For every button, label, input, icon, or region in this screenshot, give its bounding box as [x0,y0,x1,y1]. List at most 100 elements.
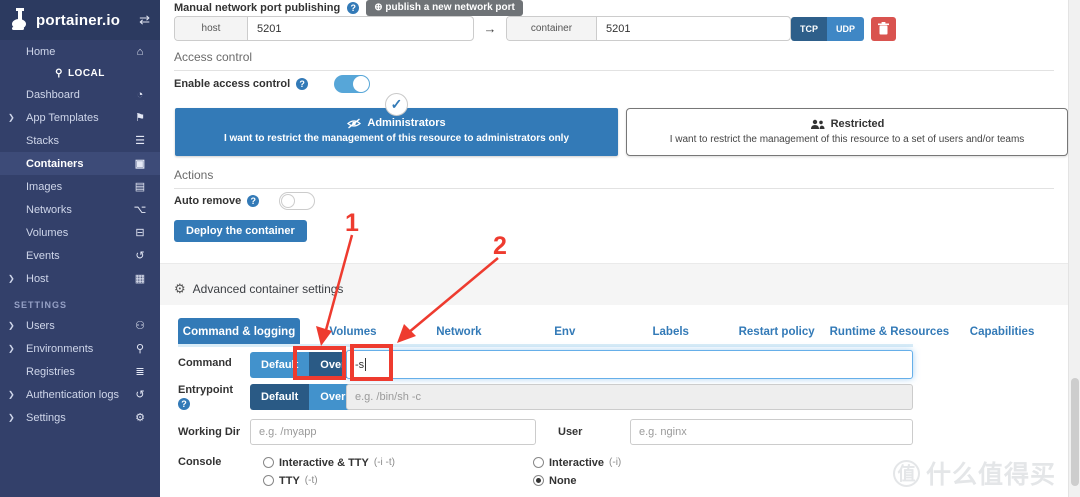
entrypoint-input[interactable] [346,384,913,410]
access-control-toggle[interactable] [334,75,370,93]
user-input[interactable] [630,419,913,445]
sidebar-item-home[interactable]: Home⌂ [0,40,160,63]
gear-icon: ⚙ [174,281,186,297]
console-option-none[interactable]: None [533,472,621,489]
tab-network[interactable]: Network [406,318,512,345]
help-icon[interactable]: ? [296,78,308,90]
tab-command-logging[interactable]: Command & logging [178,318,300,345]
sidebar-item-networks[interactable]: Networks⌥ [0,198,160,221]
grid-icon: ▦ [132,272,148,285]
trash-icon [878,22,889,35]
network-icon: ⌥ [132,203,148,216]
port-publishing-section: Manual network port publishing ? ⊕ publi… [174,0,523,15]
console-options: Interactive & TTY(-i -t)TTY(-t)Interacti… [263,454,621,489]
sidebar-item-host[interactable]: ❯Host▦ [0,267,160,290]
radio-icon [263,475,274,486]
plug-icon: ⚲ [132,342,148,355]
container-port-input[interactable]: 5201 [597,17,790,40]
console-option-interactive[interactable]: Interactive(-i) [533,454,621,471]
list-icon: ☰ [132,134,148,147]
actions-title: Actions [174,168,1054,189]
sidebar-item-app-templates[interactable]: ❯App Templates⚑ [0,106,160,129]
restricted-description: I want to restrict the management of thi… [627,134,1067,145]
sidebar-nav: Home⌂⚲LOCALDashboard◔❯App Templates⚑Stac… [0,40,160,429]
udp-button[interactable]: UDP [827,17,864,41]
toggle-knob [353,76,369,92]
eye-slash-icon [347,118,361,129]
sidebar-item-containers[interactable]: Containers▣ [0,152,160,175]
history-icon: ↺ [132,249,148,262]
chevron-right-icon: ❯ [8,390,15,399]
tab-env[interactable]: Env [512,318,618,345]
sidebar-item-events[interactable]: Events↺ [0,244,160,267]
entrypoint-default-button[interactable]: Default [250,384,309,410]
command-input[interactable]: -s [346,350,913,379]
working-dir-label: Working Dir [178,426,240,438]
administrators-description: I want to restrict the management of thi… [175,133,618,144]
auto-remove-toggle[interactable] [279,192,315,210]
tab-restart-policy[interactable]: Restart policy [724,318,830,345]
restricted-option[interactable]: Restricted I want to restrict the manage… [626,108,1068,156]
chevron-right-icon: ❯ [8,344,15,353]
scrollbar-thumb[interactable] [1071,378,1079,486]
host-port-input[interactable]: 5201 [248,17,473,40]
entrypoint-label: Entrypoint [178,384,233,396]
restricted-title: Restricted [831,118,885,130]
sidebar: portainer.io ⇄ Home⌂⚲LOCALDashboard◔❯App… [0,0,160,497]
command-default-button[interactable]: Default [250,352,309,378]
sidebar-collapse-icon[interactable]: ⇄ [139,12,150,28]
chevron-right-icon: ❯ [8,274,15,283]
auto-remove-row: Auto remove ? [174,192,315,210]
sidebar-item-volumes[interactable]: Volumes⊟ [0,221,160,244]
console-option-interactive-tty[interactable]: Interactive & TTY(-i -t) [263,454,533,471]
radio-icon [533,475,544,486]
tab-runtime-resources[interactable]: Runtime & Resources [830,318,950,345]
host-port-label: host [175,17,248,40]
help-icon[interactable]: ? [178,398,190,410]
tab-labels[interactable]: Labels [618,318,724,345]
advanced-settings-title: ⚙ Advanced container settings [174,281,343,297]
history-icon: ↺ [132,388,148,401]
host-port-group: host 5201 [174,16,474,41]
enable-access-control-label: Enable access control [174,78,290,90]
tcp-button[interactable]: TCP [791,17,827,41]
smzdm-watermark: 值 什么值得买 [893,455,1056,491]
chevron-right-icon: ❯ [8,113,15,122]
chevron-right-icon: ❯ [8,321,15,330]
vertical-scrollbar[interactable] [1068,0,1080,497]
radio-icon [263,457,274,468]
port-mapping-row: host 5201 → container 5201 TCP UDP [174,16,896,41]
sidebar-item-environments[interactable]: ❯Environments⚲ [0,337,160,360]
sidebar-header-settings: SETTINGS [0,290,160,314]
console-label: Console [178,456,221,468]
console-option-tty[interactable]: TTY(-t) [263,472,533,489]
sidebar-item-dashboard[interactable]: Dashboard◔ [0,83,160,106]
sidebar-item-registries[interactable]: Registries≣ [0,360,160,383]
sidebar-item-stacks[interactable]: Stacks☰ [0,129,160,152]
watermark-logo: 值 [893,460,920,487]
administrators-title: Administrators [367,117,445,129]
portainer-app: portainer.io ⇄ Home⌂⚲LOCALDashboard◔❯App… [0,0,1080,497]
plug-icon: ⚲ [55,68,63,79]
tabs-underline [178,344,913,347]
selected-check-icon: ✓ [385,93,408,116]
publish-port-button[interactable]: ⊕ publish a new network port [366,0,523,16]
deploy-container-button[interactable]: Deploy the container [174,220,307,242]
delete-port-button[interactable] [871,17,896,41]
help-icon[interactable]: ? [347,2,359,14]
annotation-number-2: 2 [493,232,507,261]
sidebar-item-authentication-logs[interactable]: ❯Authentication logs↺ [0,383,160,406]
tab-capabilities[interactable]: Capabilities [949,318,1055,345]
sidebar-item-images[interactable]: Images▤ [0,175,160,198]
volumes-icon: ⊟ [132,226,148,239]
database-icon: ≣ [132,365,148,378]
app-logo-text: portainer.io [36,12,139,29]
tab-volumes[interactable]: Volumes [300,318,406,345]
text-cursor [365,358,366,371]
sidebar-item-users[interactable]: ❯Users⚇ [0,314,160,337]
help-icon[interactable]: ? [247,195,259,207]
working-dir-input[interactable] [250,419,536,445]
images-icon: ▤ [132,180,148,193]
port-publishing-title: Manual network port publishing [174,2,340,14]
sidebar-item-settings[interactable]: ❯Settings⚙ [0,406,160,429]
